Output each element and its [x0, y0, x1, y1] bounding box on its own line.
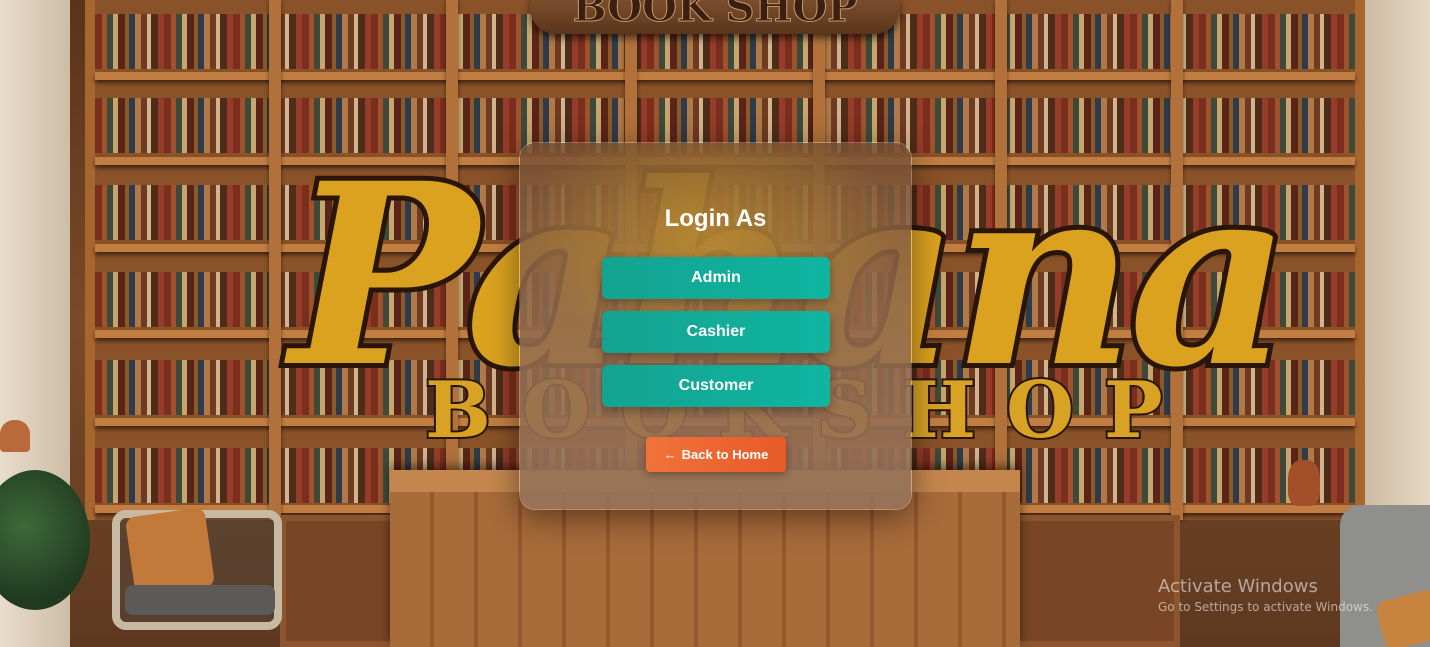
vase [1288, 460, 1320, 506]
windows-activation-watermark: Activate Windows Go to Settings to activ… [1158, 576, 1373, 614]
back-to-home-button[interactable]: ← Back to Home [646, 437, 786, 472]
cabinet [1000, 515, 1180, 647]
cashier-button[interactable]: Cashier [602, 311, 830, 353]
chair-seat [125, 585, 275, 615]
plant [0, 470, 90, 610]
admin-button[interactable]: Admin [602, 257, 830, 299]
login-title: Login As [664, 205, 767, 232]
back-to-home-label: Back to Home [681, 447, 769, 462]
chair-cushion [124, 506, 216, 598]
lamp [0, 420, 30, 452]
customer-button[interactable]: Customer [602, 365, 830, 407]
arrow-left-icon: ← [663, 447, 677, 462]
watermark-subtitle: Go to Settings to activate Windows. [1158, 600, 1373, 614]
bookshop-sign: BOOK SHOP [530, 0, 900, 34]
login-card: Login As Admin Cashier Customer ← Back t… [519, 142, 912, 510]
watermark-title: Activate Windows [1158, 576, 1318, 597]
